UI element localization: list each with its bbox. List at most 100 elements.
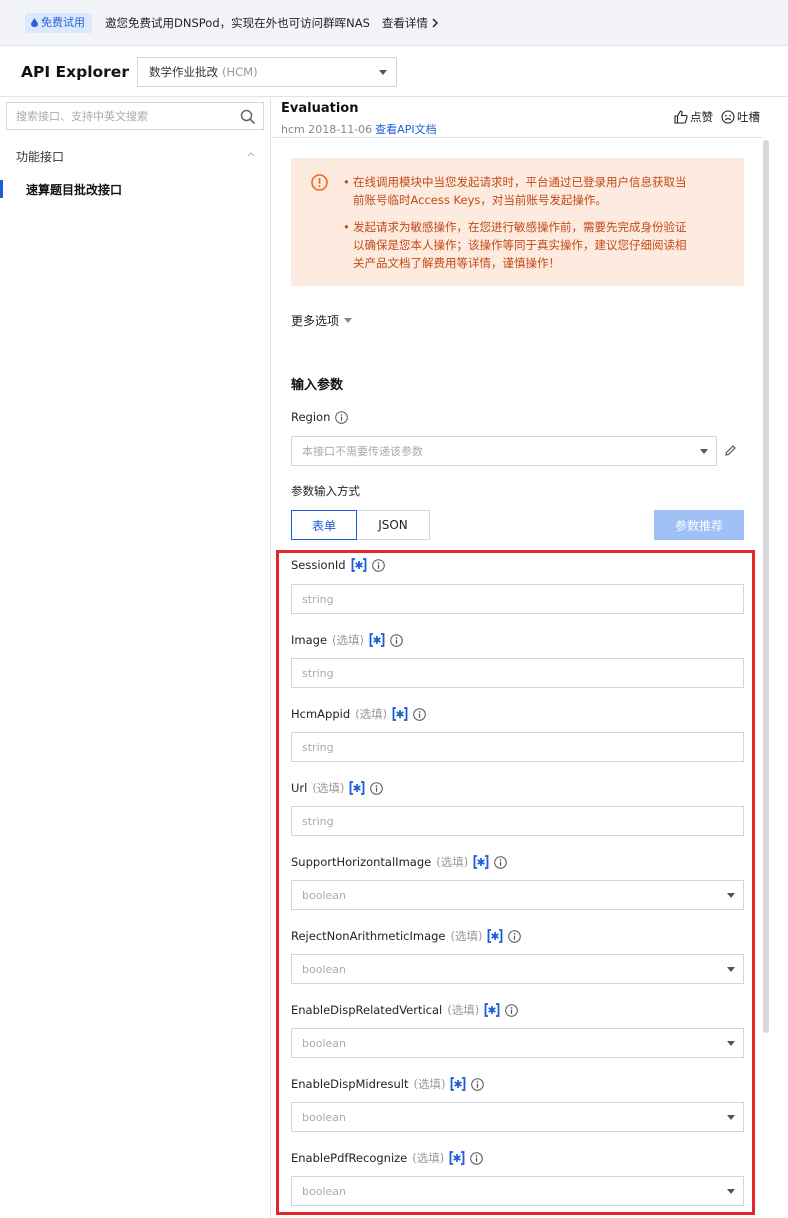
region-label-text: Region	[291, 410, 331, 424]
param-name: EnableDispMidresult	[291, 1077, 409, 1091]
caret-down-icon	[344, 318, 353, 323]
param-select[interactable]: boolean	[291, 880, 744, 910]
bracket-star-icon[interactable]	[484, 1003, 500, 1017]
bracket-star-icon[interactable]	[473, 855, 489, 869]
api-doc-link[interactable]: 查看API文档	[375, 123, 436, 136]
sidebar-item-evaluation[interactable]: 速算题目批改接口	[0, 178, 270, 200]
app-title: API Explorer	[21, 62, 129, 81]
param-label: RejectNonArithmeticImage (选填)	[291, 928, 522, 944]
service-select[interactable]: 数学作业批改 (HCM)	[137, 57, 397, 87]
flame-icon	[31, 18, 38, 27]
param-select[interactable]: boolean	[291, 954, 744, 984]
param-optional-tag: (选填)	[436, 855, 469, 869]
free-trial-label: 免费试用	[41, 15, 85, 29]
info-icon[interactable]	[470, 1151, 484, 1165]
like-button[interactable]: 点赞	[674, 109, 713, 125]
param-label: SupportHorizontalImage (选填)	[291, 854, 507, 870]
param-select[interactable]: boolean	[291, 1102, 744, 1132]
param-type-placeholder: string	[302, 666, 334, 680]
param-optional-tag: (选填)	[355, 707, 388, 721]
param-label: EnablePdfRecognize (选填)	[291, 1150, 484, 1166]
alert-text: 以确保是您本人操作；该操作等同于真实操作，建议您仔细阅读相	[353, 238, 687, 252]
complain-label: 吐槽	[737, 110, 760, 124]
param-input[interactable]: string	[291, 658, 744, 688]
param-type-placeholder: boolean	[302, 1184, 346, 1198]
chevron-down-icon	[700, 449, 708, 454]
complain-button[interactable]: 吐槽	[721, 109, 760, 125]
more-options-toggle[interactable]: 更多选项	[291, 312, 353, 329]
bracket-star-icon[interactable]	[351, 558, 367, 572]
scrollbar[interactable]	[762, 138, 769, 1218]
sad-face-icon	[721, 110, 735, 124]
param-input[interactable]: string	[291, 806, 744, 836]
param-name: HcmAppid	[291, 707, 351, 721]
edit-icon[interactable]	[724, 444, 737, 457]
param-type-placeholder: string	[302, 740, 334, 754]
search-icon[interactable]	[240, 109, 256, 125]
sidebar-group-label[interactable]: 功能接口	[16, 148, 64, 165]
region-select[interactable]: 本接口不需要传递该参数	[291, 436, 717, 466]
param-optional-tag: (选填)	[447, 1003, 480, 1017]
param-input[interactable]: string	[291, 732, 744, 762]
param-optional-tag: (选填)	[312, 781, 345, 795]
chevron-down-icon	[727, 893, 735, 898]
free-trial-tag[interactable]: 免费试用	[25, 12, 92, 33]
info-icon[interactable]	[390, 633, 403, 647]
search-input[interactable]: 搜索接口、支持中英文搜索	[6, 102, 264, 130]
chevron-down-icon	[727, 1115, 735, 1120]
chevron-up-icon[interactable]	[247, 151, 255, 157]
info-icon[interactable]	[370, 781, 384, 795]
service-code: (HCM)	[222, 65, 258, 79]
alert-text: 前账号临时Access Keys，对当前账号发起操作。	[353, 193, 607, 207]
info-icon[interactable]	[508, 929, 522, 943]
param-name: SessionId	[291, 558, 346, 572]
param-optional-tag: (选填)	[332, 633, 365, 647]
alert-text: 关产品文档了解费用等详情，谨慎操作！	[353, 256, 560, 270]
param-label: SessionId	[291, 558, 385, 572]
chevron-down-icon	[379, 70, 387, 75]
api-subtitle: hcm 2018-11-06 查看API文档	[281, 121, 437, 137]
promo-banner: 免费试用 邀您免费试用DNSPod，实现在外也可访问群晖NAS 查看详情	[0, 0, 788, 46]
param-type-placeholder: boolean	[302, 1036, 346, 1050]
param-optional-tag: (选填)	[412, 1151, 445, 1165]
alert-line-1: 在线调用模块中当您发起请求时，平台通过已登录用户信息获取当 前账号临时Acces…	[343, 173, 711, 209]
info-icon[interactable]	[413, 707, 426, 721]
input-mode-tabs: 表单 JSON	[291, 510, 430, 540]
info-icon[interactable]	[335, 410, 349, 424]
tab-json[interactable]: JSON	[357, 510, 430, 540]
info-icon[interactable]	[471, 1077, 485, 1091]
info-icon[interactable]	[494, 855, 507, 869]
sidebar-item-label: 速算题目批改接口	[26, 182, 123, 197]
param-type-placeholder: boolean	[302, 888, 346, 902]
param-select[interactable]: boolean	[291, 1176, 744, 1206]
bracket-star-icon[interactable]	[369, 633, 385, 647]
bracket-star-icon[interactable]	[450, 1077, 466, 1091]
alert-line-2: 发起请求为敏感操作，在您进行敏感操作前，需要先完成身份验证 以确保是您本人操作；…	[343, 218, 711, 272]
chevron-down-icon	[727, 1041, 735, 1046]
info-icon[interactable]	[371, 558, 385, 572]
input-mode-label: 参数输入方式	[291, 484, 360, 498]
param-select[interactable]: boolean	[291, 1028, 744, 1058]
chevron-down-icon	[727, 1189, 735, 1194]
alert-text: 发起请求为敏感操作，在您进行敏感操作前，需要先完成身份验证	[353, 220, 687, 234]
bracket-star-icon[interactable]	[392, 707, 408, 721]
chevron-right-icon	[432, 17, 438, 28]
banner-details-link[interactable]: 查看详情	[382, 15, 438, 31]
banner-details-label: 查看详情	[381, 15, 428, 30]
info-icon[interactable]	[505, 1003, 519, 1017]
bracket-star-icon[interactable]	[449, 1151, 465, 1165]
api-version: hcm 2018-11-06	[281, 123, 373, 136]
param-label: HcmAppid (选填)	[291, 706, 426, 722]
tab-form[interactable]: 表单	[291, 510, 357, 540]
scrollbar-thumb[interactable]	[763, 140, 769, 1033]
warning-alert: 在线调用模块中当您发起请求时，平台通过已登录用户信息获取当 前账号临时Acces…	[291, 158, 744, 286]
param-input[interactable]: string	[291, 584, 744, 614]
warning-icon	[311, 174, 328, 191]
api-header: Evaluation hcm 2018-11-06 查看API文档 点赞 吐槽	[272, 98, 762, 138]
search-placeholder: 搜索接口、支持中英文搜索	[16, 110, 148, 123]
more-options-label: 更多选项	[291, 314, 340, 328]
recommend-button[interactable]: 参数推荐	[654, 510, 744, 540]
bracket-star-icon[interactable]	[487, 929, 503, 943]
bracket-star-icon[interactable]	[349, 781, 365, 795]
like-label: 点赞	[690, 110, 713, 124]
